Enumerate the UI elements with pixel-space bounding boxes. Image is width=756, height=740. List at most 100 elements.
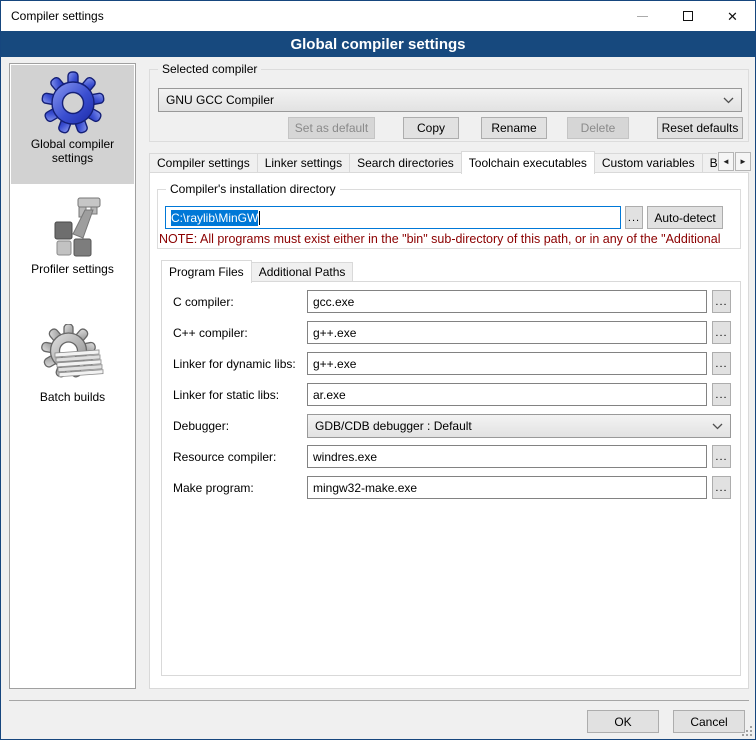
selected-compiler-group: Selected compiler GNU GCC Compiler Set a… — [149, 69, 749, 142]
main-tabstrip: Compiler settings Linker settings Search… — [149, 150, 749, 173]
linker-dynamic-label: Linker for dynamic libs: — [173, 357, 296, 371]
tab-label: Custom variables — [602, 156, 695, 170]
tab-scroll-arrows: ◄ ► — [717, 152, 751, 172]
dialog-banner-title: Global compiler settings — [290, 36, 465, 53]
cpp-compiler-input[interactable]: g++.exe — [307, 321, 707, 344]
installation-directory-browse-button[interactable]: ... — [625, 206, 643, 229]
sidebar-item-label: Profiler settings — [11, 262, 134, 276]
resize-grip-icon[interactable] — [742, 726, 752, 736]
tab-label: Search directories — [357, 156, 454, 170]
cpp-compiler-browse-button[interactable]: ... — [712, 321, 731, 344]
ok-label: OK — [614, 715, 631, 729]
cpp-compiler-label: C++ compiler: — [173, 326, 248, 340]
blue-gear-icon — [41, 71, 105, 135]
resource-compiler-browse-button[interactable]: ... — [712, 445, 731, 468]
cpp-compiler-value: g++.exe — [313, 326, 356, 340]
ellipsis-icon: ... — [715, 358, 727, 370]
tab-search-directories[interactable]: Search directories — [349, 153, 462, 173]
installation-directory-group-label: Compiler's installation directory — [166, 182, 340, 196]
linker-static-value: ar.exe — [313, 388, 346, 402]
rename-button[interactable]: Rename — [481, 117, 547, 139]
linker-static-input[interactable]: ar.exe — [307, 383, 707, 406]
ellipsis-icon: ... — [715, 451, 727, 463]
caliper-blocks-icon — [41, 196, 105, 260]
compiler-settings-window: Compiler settings ✕ Global compiler sett… — [0, 0, 756, 740]
ellipsis-icon: ... — [715, 296, 727, 308]
subtab-program-files[interactable]: Program Files — [161, 260, 252, 283]
resource-compiler-input[interactable]: windres.exe — [307, 445, 707, 468]
chevron-down-icon — [723, 97, 734, 104]
make-program-browse-button[interactable]: ... — [712, 476, 731, 499]
sidebar-item-profiler-settings[interactable]: Profiler settings — [11, 190, 134, 290]
c-compiler-browse-button[interactable]: ... — [712, 290, 731, 313]
copy-button[interactable]: Copy — [403, 117, 459, 139]
c-compiler-input[interactable]: gcc.exe — [307, 290, 707, 313]
tab-label: Toolchain executables — [469, 156, 587, 170]
debugger-dropdown[interactable]: GDB/CDB debugger : Default — [307, 414, 731, 438]
sidebar-item-batch-builds[interactable]: Batch builds — [11, 318, 134, 418]
cancel-label: Cancel — [690, 715, 727, 729]
c-compiler-value: gcc.exe — [313, 295, 354, 309]
titlebar: Compiler settings ✕ — [1, 1, 755, 31]
subtab-label: Additional Paths — [259, 265, 346, 279]
tab-linker-settings[interactable]: Linker settings — [257, 153, 350, 173]
tab-custom-variables[interactable]: Custom variables — [594, 153, 703, 173]
auto-detect-label: Auto-detect — [654, 211, 715, 225]
chevron-down-icon — [712, 423, 723, 430]
rename-label: Rename — [491, 121, 536, 135]
make-program-label: Make program: — [173, 481, 254, 495]
debugger-label: Debugger: — [173, 419, 229, 433]
resource-compiler-value: windres.exe — [313, 450, 377, 464]
minimize-button[interactable] — [620, 1, 665, 31]
installation-directory-value: C:\raylib\MinGW — [171, 210, 258, 226]
ellipsis-icon: ... — [715, 389, 727, 401]
linker-static-label: Linker for static libs: — [173, 388, 279, 402]
arrow-left-icon: ◄ — [722, 157, 730, 166]
tab-scroll-right-button[interactable]: ► — [735, 152, 751, 171]
subtab-additional-paths[interactable]: Additional Paths — [251, 262, 354, 282]
make-program-input[interactable]: mingw32-make.exe — [307, 476, 707, 499]
linker-dynamic-value: g++.exe — [313, 357, 356, 371]
make-program-value: mingw32-make.exe — [313, 481, 417, 495]
tab-scroll-left-button[interactable]: ◄ — [718, 152, 734, 171]
set-as-default-label: Set as default — [295, 121, 368, 135]
resource-compiler-label: Resource compiler: — [173, 450, 276, 464]
delete-button: Delete — [567, 117, 629, 139]
cancel-button[interactable]: Cancel — [673, 710, 745, 733]
programs-tabstrip: Program Files Additional Paths — [161, 259, 561, 282]
close-button[interactable]: ✕ — [710, 1, 755, 31]
tab-compiler-settings[interactable]: Compiler settings — [149, 153, 258, 173]
arrow-right-icon: ► — [739, 157, 747, 166]
copy-label: Copy — [417, 121, 445, 135]
installation-directory-input[interactable]: C:\raylib\MinGW — [165, 206, 621, 229]
sidebar-item-label: Batch builds — [11, 390, 134, 404]
selected-compiler-dropdown[interactable]: GNU GCC Compiler — [158, 88, 742, 112]
tab-toolchain-executables[interactable]: Toolchain executables — [461, 151, 595, 174]
minimize-icon — [637, 16, 648, 17]
debugger-value: GDB/CDB debugger : Default — [315, 419, 472, 433]
ok-button[interactable]: OK — [587, 710, 659, 733]
maximize-icon — [683, 11, 693, 21]
reset-defaults-button[interactable]: Reset defaults — [657, 117, 743, 139]
subtab-label: Program Files — [169, 265, 244, 279]
installation-note: NOTE: All programs must exist either in … — [159, 232, 737, 247]
ellipsis-icon: ... — [628, 212, 640, 224]
maximize-button[interactable] — [665, 1, 710, 31]
text-caret — [259, 211, 260, 225]
gray-gear-stack-icon — [41, 324, 105, 388]
set-as-default-button: Set as default — [288, 117, 375, 139]
sidebar-item-global-compiler-settings[interactable]: Global compiler settings — [11, 65, 134, 184]
reset-defaults-label: Reset defaults — [662, 121, 739, 135]
dialog-banner: Global compiler settings — [1, 31, 755, 57]
selected-compiler-group-label: Selected compiler — [158, 62, 261, 76]
ellipsis-icon: ... — [715, 327, 727, 339]
auto-detect-button[interactable]: Auto-detect — [647, 206, 723, 229]
linker-dynamic-input[interactable]: g++.exe — [307, 352, 707, 375]
close-icon: ✕ — [727, 10, 738, 23]
c-compiler-label: C compiler: — [173, 295, 234, 309]
linker-dynamic-browse-button[interactable]: ... — [712, 352, 731, 375]
ellipsis-icon: ... — [715, 482, 727, 494]
footer-separator — [9, 700, 749, 701]
linker-static-browse-button[interactable]: ... — [712, 383, 731, 406]
delete-label: Delete — [581, 121, 616, 135]
